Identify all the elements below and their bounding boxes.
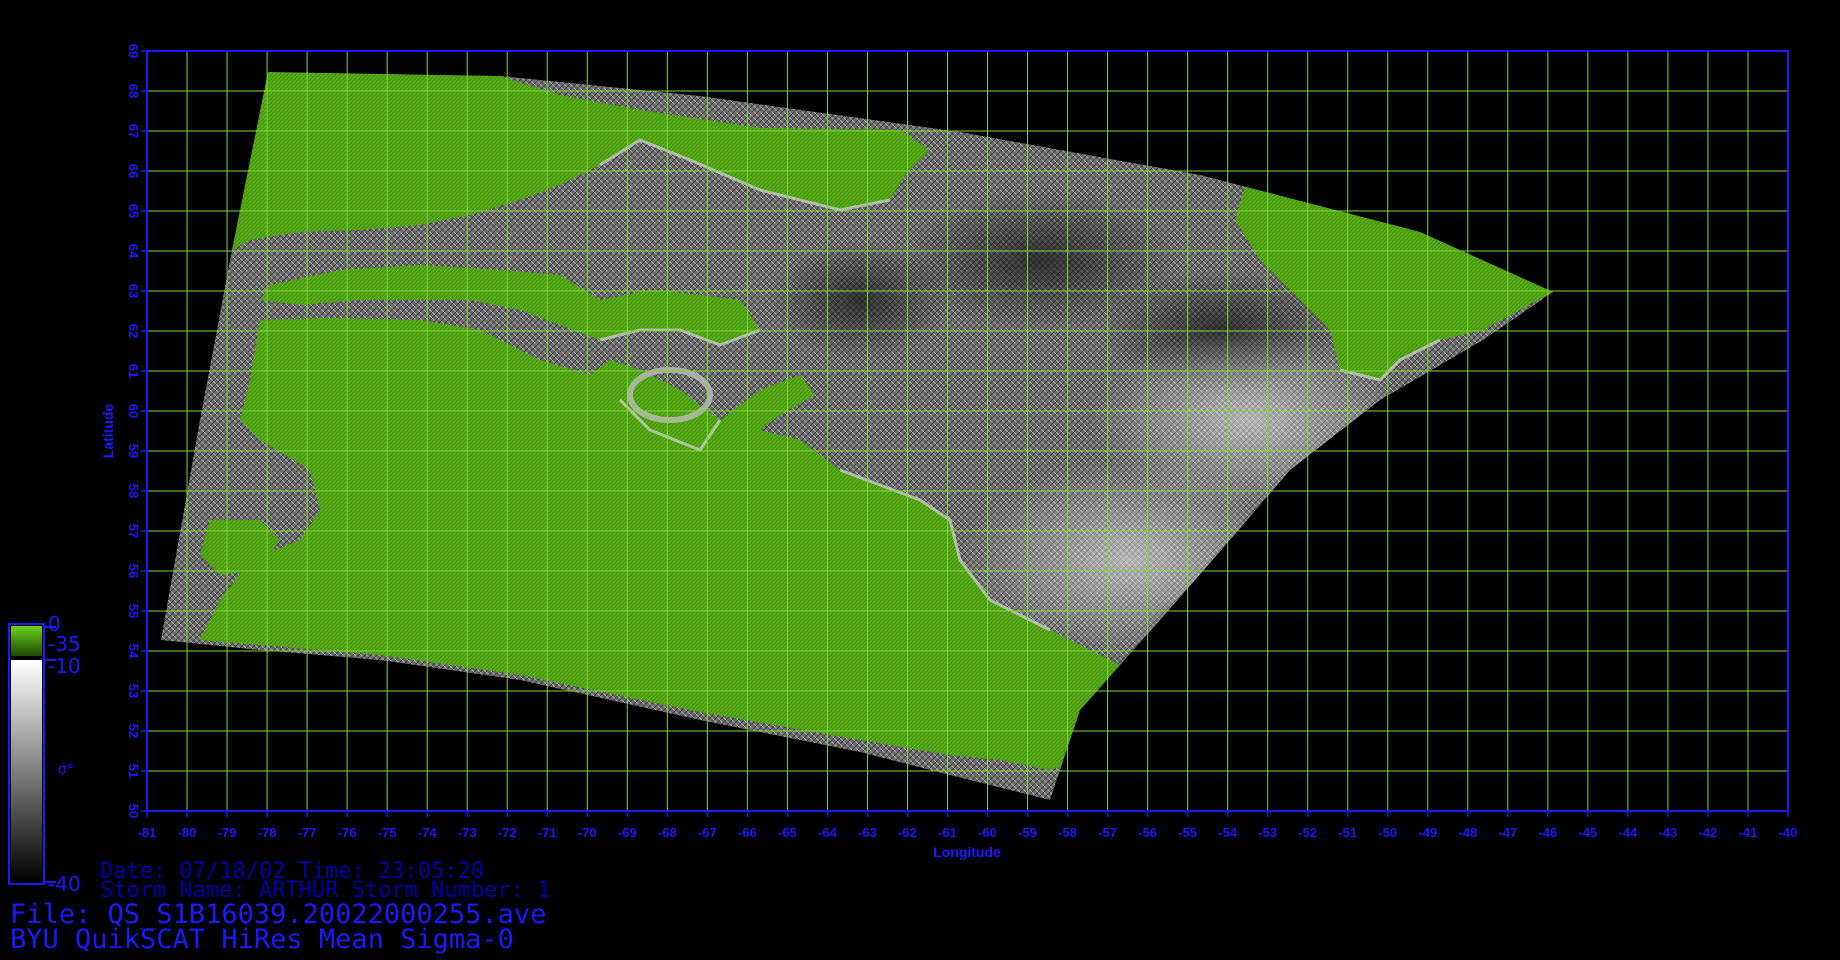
lon-tick-label: -66 xyxy=(738,825,757,840)
swath-image xyxy=(161,72,1553,800)
lon-tick-label: -70 xyxy=(578,825,597,840)
lon-tick-label: -58 xyxy=(1058,825,1077,840)
lon-tick-label: -76 xyxy=(338,825,357,840)
colorbar-land-scale xyxy=(11,626,42,656)
lon-tick-label: -78 xyxy=(258,825,277,840)
lat-tick-label: 60 xyxy=(126,404,141,418)
lon-tick-label: -67 xyxy=(698,825,717,840)
lon-tick-label: -72 xyxy=(498,825,517,840)
lon-tick-label: -56 xyxy=(1138,825,1157,840)
lat-tick-label: 66 xyxy=(126,164,141,178)
lon-tick-label: -61 xyxy=(938,825,957,840)
lat-tick-label: 54 xyxy=(126,644,141,659)
lon-tick-label: -71 xyxy=(538,825,557,840)
lon-tick-label: -80 xyxy=(178,825,197,840)
lat-tick-label: 51 xyxy=(126,764,141,778)
lon-tick-label: -77 xyxy=(298,825,317,840)
lon-tick-label: -43 xyxy=(1659,825,1678,840)
lon-tick-label: -46 xyxy=(1538,825,1557,840)
lon-tick-label: -68 xyxy=(658,825,677,840)
lon-tick-label: -48 xyxy=(1458,825,1477,840)
lat-tick-label: 57 xyxy=(126,524,141,538)
lon-tick-label: -65 xyxy=(778,825,797,840)
lat-tick-label: 68 xyxy=(126,84,141,98)
lon-tick-label: -40 xyxy=(1779,825,1798,840)
lat-tick-label: 56 xyxy=(126,564,141,578)
longitude-tick-labels: -81 -80 -79 -78 -77 -76 -75 -74 -73 -72 -71 -70 -69 -… xyxy=(138,811,1798,840)
latitude-tick-labels: 50 51 52 53 54 55 56 57 58 59 60 61 62 63 64 65 66 67 68 69 xyxy=(126,44,147,818)
y-axis-label: Latitude xyxy=(100,404,116,459)
lon-tick-label: -62 xyxy=(898,825,917,840)
lat-tick-label: 50 xyxy=(126,804,141,818)
lon-tick-label: -55 xyxy=(1178,825,1197,840)
lon-tick-label: -79 xyxy=(218,825,237,840)
storm-line: Storm Name: ARTHUR Storm Number: 1 xyxy=(100,878,551,903)
colorbar-ocean-max: -10 xyxy=(48,654,81,678)
lon-tick-label: -63 xyxy=(858,825,877,840)
lon-tick-label: -49 xyxy=(1418,825,1437,840)
lon-tick-label: -42 xyxy=(1699,825,1718,840)
lat-tick-label: 59 xyxy=(126,444,141,458)
lon-tick-label: -64 xyxy=(818,825,838,840)
colorbar-land-min: -35 xyxy=(48,632,81,656)
lon-tick-label: -53 xyxy=(1258,825,1277,840)
lon-tick-label: -52 xyxy=(1298,825,1317,840)
lon-tick-label: -81 xyxy=(138,825,157,840)
lat-tick-label: 63 xyxy=(126,284,141,298)
lon-tick-label: -45 xyxy=(1578,825,1597,840)
colorbar-ocean-min: -40 xyxy=(48,872,81,896)
lon-tick-label: -54 xyxy=(1218,825,1238,840)
lon-tick-label: -41 xyxy=(1739,825,1758,840)
lon-tick-label: -75 xyxy=(378,825,397,840)
lat-tick-label: 55 xyxy=(126,604,141,618)
lon-tick-label: -74 xyxy=(418,825,438,840)
lat-tick-label: 65 xyxy=(126,204,141,218)
lon-tick-label: -60 xyxy=(978,825,997,840)
lat-tick-label: 61 xyxy=(126,364,141,378)
lat-tick-label: 52 xyxy=(126,724,141,738)
lat-tick-label: 69 xyxy=(126,44,141,58)
lat-tick-label: 58 xyxy=(126,484,141,498)
lon-tick-label: -47 xyxy=(1498,825,1517,840)
sigma0-map: -81 -80 -79 -78 -77 -76 -75 -74 -73 -72 -71 -70 -69 -… xyxy=(8,44,1798,885)
lat-tick-label: 53 xyxy=(126,684,141,698)
product-line: BYU QuikSCAT HiRes Mean Sigma-0 xyxy=(10,924,514,955)
lon-tick-label: -51 xyxy=(1338,825,1357,840)
lon-tick-label: -44 xyxy=(1619,825,1639,840)
lon-tick-label: -69 xyxy=(618,825,637,840)
lon-tick-label: -57 xyxy=(1098,825,1117,840)
colorbar-ocean-scale xyxy=(11,660,42,882)
colorbar-units: σ° xyxy=(58,762,74,778)
lon-tick-label: -73 xyxy=(458,825,477,840)
lat-tick-label: 67 xyxy=(126,124,141,138)
lat-tick-label: 62 xyxy=(126,324,141,338)
lon-tick-label: -59 xyxy=(1018,825,1037,840)
lat-tick-label: 64 xyxy=(126,244,141,259)
lon-tick-label: -50 xyxy=(1378,825,1397,840)
x-axis-label: Longitude xyxy=(933,844,1001,860)
